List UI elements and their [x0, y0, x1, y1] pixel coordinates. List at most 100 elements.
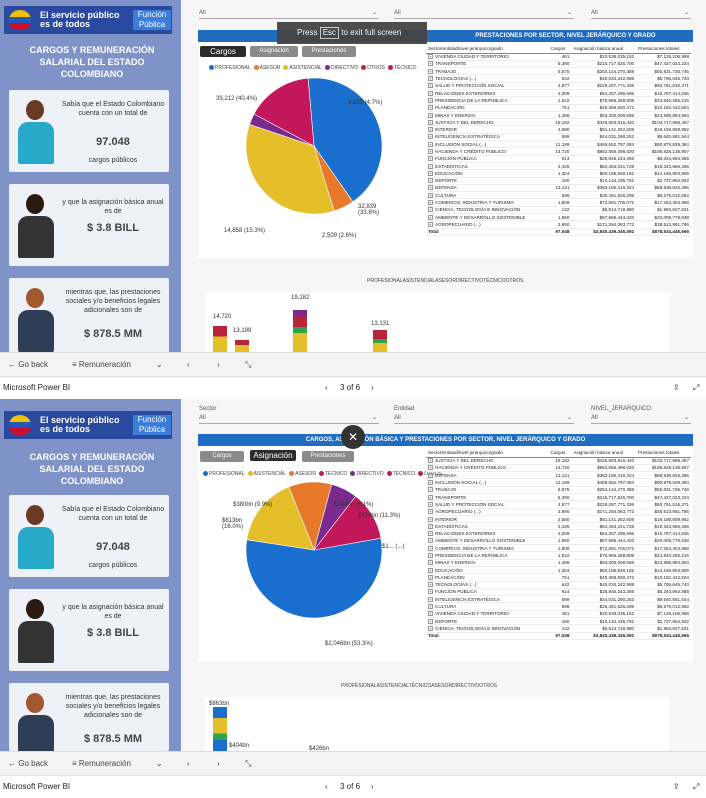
prev-page-icon[interactable]: ‹	[187, 759, 190, 768]
expand-icon[interactable]: +	[428, 214, 433, 220]
table-row[interactable]: + DEPORTE 180 $10,134,435,792 $2,737,854,932	[426, 177, 691, 185]
bar[interactable]	[213, 326, 227, 352]
table-row[interactable]: + JUSTICIA Y DEL DERECHO 19,182 $425,683,81…	[426, 118, 691, 127]
table-header[interactable]: Prestaciones totales	[636, 44, 691, 54]
table-header[interactable]: Sector/entidad/nivel jerárquico/grado	[426, 44, 549, 54]
expand-icon[interactable]: +	[428, 589, 433, 595]
bar-chart[interactable]: 14,720 13,199 19,182 13,131	[205, 292, 670, 352]
table-row[interactable]: + INCLUSIÓN SOCIAL (...) 11,199 $468,552,79…	[426, 478, 691, 487]
expand-icon[interactable]: +	[428, 76, 433, 82]
legend-item[interactable]: DIRECTIVO	[452, 683, 479, 689]
table-row[interactable]: + TRANSPORTE 5,390 $215,717,526,700 $47,427,…	[426, 493, 691, 502]
legend-item[interactable]: ASISTENCIAL	[403, 278, 436, 284]
next-page-icon[interactable]: ›	[217, 759, 220, 768]
legend-item[interactable]: ASISTENCIAL	[280, 65, 322, 71]
table-row[interactable]: + HACIENDA Y CRÉDITO PÚBLICO 14,720 $862,85…	[426, 147, 691, 156]
prev-page-icon[interactable]: ‹	[187, 360, 190, 369]
table-row[interactable]: + INTERIOR 2,580 $81,141,262,608 $19,159,809…	[426, 515, 691, 524]
table-row[interactable]: + TRABAJO 5,575 $254,144,270,388 $55,831,736…	[426, 67, 691, 76]
legend-item[interactable]: ASESOR	[251, 65, 280, 71]
expand-icon[interactable]: +	[428, 192, 433, 198]
expand-icon[interactable]: +	[428, 509, 433, 515]
table-row[interactable]: + DEFENSA 13,131 $383,160,419,324 $88,939,82…	[426, 184, 691, 193]
legend-item[interactable]: DIRECTIVO	[322, 65, 358, 71]
table-row[interactable]: + MINAS Y ENERGÍA 1,488 $93,300,009,556 $23,…	[426, 111, 691, 120]
table-row[interactable]: + TRANSPORTE 5,390 $215,717,526,700 $47,427,…	[426, 60, 691, 69]
expand-icon[interactable]: +	[428, 501, 433, 507]
table-row[interactable]: + TECNOLOGÍAS (...) 642 $40,034,242,988 $5,7…	[426, 74, 691, 83]
legend-item[interactable]: TÉCNICO	[385, 65, 416, 71]
nivel-filter[interactable]: NIVEL_JERARQUICO All ⌄	[591, 406, 691, 427]
cargos-pie-chart[interactable]	[244, 76, 384, 216]
table-row[interactable]: + ESTADÍSTICAS 2,425 $84,453,241,728 $19,343…	[426, 522, 691, 531]
chevron-down-icon[interactable]: ⌄	[156, 759, 163, 768]
expand-icon[interactable]: +	[428, 54, 433, 60]
table-header[interactable]: Cargos	[548, 448, 572, 458]
expand-icon[interactable]: +	[428, 170, 433, 176]
expand-icon[interactable]: +	[428, 567, 433, 573]
table-row[interactable]: + TRABAJO 5,575 $254,144,270,388 $55,831,736…	[426, 486, 691, 495]
table-header[interactable]: Prestaciones totales	[636, 448, 691, 458]
expand-icon[interactable]: +	[428, 465, 433, 471]
expand-icon[interactable]: +	[428, 618, 433, 624]
data-table[interactable]: Sector/entidad/nivel jerárquico/grado Car…	[426, 44, 691, 236]
bar[interactable]	[213, 707, 227, 751]
legend-item[interactable]: PROFESIONAL	[200, 471, 245, 477]
expand-icon[interactable]: +	[428, 458, 433, 464]
expand-icon[interactable]: +	[428, 141, 433, 147]
legend-item[interactable]: OTROS	[506, 278, 524, 284]
table-row[interactable]: + FUNCIÓN PÚBLICA 614 $25,845,243,356 $6,344…	[426, 155, 691, 163]
expand-icon[interactable]: +	[428, 494, 433, 500]
tab-prestaciones[interactable]: Prestaciones	[302, 46, 356, 57]
asignacion-pie-chart[interactable]	[244, 480, 384, 620]
expand-icon[interactable]: +	[428, 90, 433, 96]
table-header[interactable]: Sector/entidad/nivel jerárquico/grado	[426, 448, 549, 458]
next-page-icon[interactable]: ›	[217, 360, 220, 369]
table-row[interactable]: + CIENCIA, TECNOLOGÍA E INNOVACIÓN 132 $6,5…	[426, 624, 691, 633]
expand-icon[interactable]: +	[428, 127, 433, 133]
entidad-filter[interactable]: Entidad All ⌄	[394, 406, 574, 427]
expand-icon[interactable]: +	[428, 582, 433, 588]
legend-item[interactable]: ASESOR	[286, 471, 316, 477]
page-selector[interactable]: ≡ Remuneración	[72, 360, 131, 369]
go-back-button[interactable]: ← Go back	[8, 759, 48, 768]
table-row[interactable]: + PRESIDENCIA DE LA REPÚBLICA 1,542 $75,966…	[426, 96, 691, 105]
fullscreen-icon[interactable]: ⤢	[693, 383, 699, 393]
expand-icon[interactable]: +	[428, 480, 433, 486]
next-page-icon[interactable]: ›	[371, 782, 374, 791]
expand-icon[interactable]: +	[428, 523, 433, 529]
expand-icon[interactable]: +	[428, 149, 433, 154]
table-row[interactable]: + DEFENSA 13,131 $383,160,419,324 $88,939,82…	[426, 471, 691, 480]
legend-item[interactable]: TÉCNICO	[384, 471, 415, 477]
table-row[interactable]: + CULTURA 598 $25,451,626,296 $6,579,012,592	[426, 602, 691, 611]
legend-item[interactable]: ASISTENCIAL	[377, 683, 409, 689]
legend-item[interactable]: OTROS	[358, 65, 385, 71]
table-row[interactable]: + ESTADÍSTICAS 2,425 $84,453,241,728 $19,343…	[426, 162, 691, 171]
table-row[interactable]: + RELACIONES EXTERIORES 2,009 $64,257,295,6…	[426, 529, 691, 538]
expand-icon[interactable]: +	[428, 178, 433, 184]
nivel-filter[interactable]: All ⌄	[591, 8, 691, 22]
table-row[interactable]: + FUNCIÓN PÚBLICA 614 $25,845,243,356 $6,344…	[426, 588, 691, 597]
exit-fullscreen-icon[interactable]: ⤡	[245, 360, 251, 370]
table-row[interactable]: + RELACIONES EXTERIORES 2,009 $64,257,295,6…	[426, 89, 691, 98]
legend-item[interactable]: PROFESIONAL	[341, 683, 377, 689]
data-table[interactable]: Sector/entidad/nivel jerárquico/grado Car…	[426, 448, 691, 640]
table-row[interactable]: + COMERCIO, INDUSTRIA Y TURISMO 1,809 $72,6…	[426, 544, 691, 553]
expand-icon[interactable]: +	[428, 487, 433, 493]
table-row[interactable]: + SALUD Y PROTECCIÓN SOCIAL 4,877 $228,287,…	[426, 82, 691, 91]
bar[interactable]	[293, 310, 307, 352]
expand-icon[interactable]: +	[428, 574, 433, 580]
table-row[interactable]: + INTELIGENCIA ESTRATÉGICA 599 $44,031,290,…	[426, 595, 691, 604]
table-row[interactable]: + COMERCIO, INDUSTRIA Y TURISMO 1,809 $72,6…	[426, 198, 691, 207]
table-row[interactable]: + INCLUSIÓN SOCIAL (...) 11,199 $468,552,79…	[426, 140, 691, 149]
next-page-icon[interactable]: ›	[371, 383, 374, 392]
tab-asignacion[interactable]: Asignación	[250, 450, 296, 461]
legend-item[interactable]: TÉCNICO	[483, 278, 506, 284]
table-header[interactable]: Asignación básica anual	[571, 44, 637, 54]
table-row[interactable]: + PRESIDENCIA DE LA REPÚBLICA 1,542 $75,966…	[426, 551, 691, 560]
table-row[interactable]: + INTERIOR 2,580 $81,141,262,608 $19,159,809…	[426, 125, 691, 134]
expand-icon[interactable]: +	[428, 119, 433, 125]
table-header[interactable]: Cargos	[548, 44, 572, 54]
table-row[interactable]: + AMBIENTE Y DESARROLLO SOSTENIBLE 1,950 $8…	[426, 213, 691, 222]
legend-item[interactable]: OTROS	[479, 683, 497, 689]
